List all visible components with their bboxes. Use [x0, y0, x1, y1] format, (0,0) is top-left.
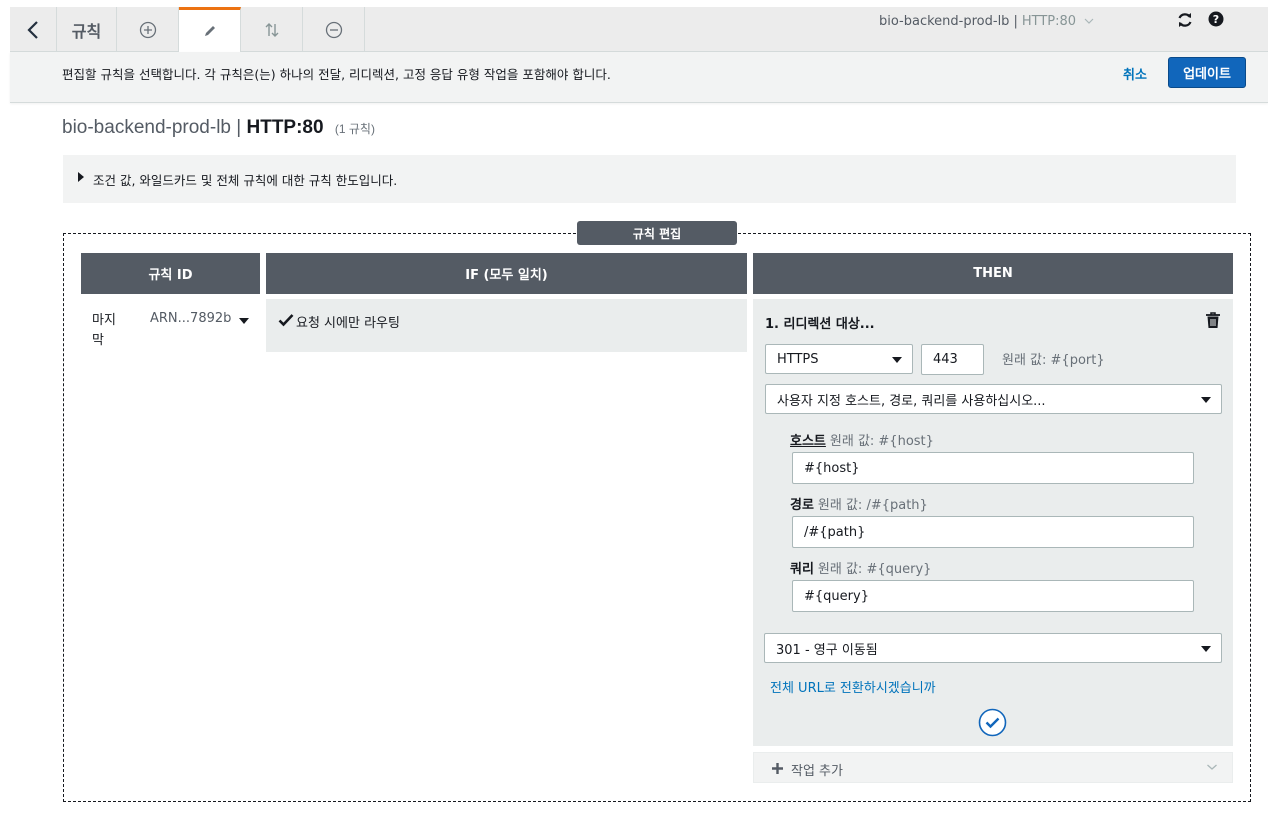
rule-limits-text: 조건 값, 와일드카드 및 전체 규칙에 대한 규칙 한도입니다.: [93, 173, 398, 188]
query-input[interactable]: #{query}: [792, 580, 1194, 612]
sort-arrows-icon: [265, 22, 278, 37]
redirect-mode-value: 사용자 지정 호스트, 경로, 쿼리를 사용하십시오...: [777, 393, 1046, 409]
status-code-value: 301 - 영구 이동됨: [776, 642, 878, 658]
listener-selector[interactable]: bio-backend-prod-lb | HTTP:80: [879, 14, 1094, 29]
help-icon: ?: [1208, 11, 1224, 27]
host-value: #{host}: [804, 460, 860, 476]
add-action-button[interactable]: 작업 추가: [753, 752, 1233, 783]
chevron-down-icon: [1207, 764, 1217, 770]
port-hint: 원래 값: #{port}: [1002, 353, 1105, 368]
status-code-select[interactable]: 301 - 영구 이동됨: [764, 633, 1222, 663]
page-title: bio-backend-prod-lb | HTTP:80 (1 규칙): [62, 117, 375, 139]
caret-down-icon: [1201, 397, 1211, 403]
query-label: 쿼리 원래 값: #{query}: [790, 558, 931, 577]
column-header-if: IF (모두 일치): [266, 253, 747, 294]
then-action-box: 1. 리디렉션 대상... HTTPS 443 원래 값: #{port} 사용…: [753, 299, 1233, 746]
path-value: /#{path}: [804, 524, 866, 540]
check-circle-icon[interactable]: [978, 708, 1007, 737]
listener-name: HTTP:80: [1021, 14, 1077, 29]
rule-arn[interactable]: ARN...7892b: [150, 311, 231, 326]
trash-icon[interactable]: [1205, 312, 1221, 329]
if-condition-text: 요청 시에만 라우팅: [296, 316, 400, 331]
rule-edit-label: 규칙 편집: [577, 221, 737, 245]
add-rule-button[interactable]: [117, 7, 179, 52]
rules-tab[interactable]: 규칙: [57, 7, 117, 52]
caret-down-icon: [1201, 646, 1211, 652]
port-input[interactable]: 443: [921, 344, 984, 375]
path-label-text: 경로: [790, 498, 814, 513]
caret-down-icon: [892, 357, 902, 363]
query-label-text: 쿼리: [790, 562, 814, 577]
listener-separator: |: [1013, 14, 1018, 29]
reorder-rules-button[interactable]: [241, 7, 303, 52]
page-title-listener: HTTP:80: [246, 117, 324, 138]
edit-info-bar: 편집할 규칙을 선택합니다. 각 규칙은(는) 하나의 전달, 리디렉션, 고정…: [10, 52, 1268, 103]
load-balancer-name: bio-backend-prod-lb: [879, 14, 1010, 29]
chevron-left-icon: [27, 20, 38, 39]
rule-count: (1 규칙): [334, 122, 375, 136]
host-input[interactable]: #{host}: [792, 452, 1194, 484]
action-title: 1. 리디렉션 대상...: [765, 317, 875, 332]
cancel-button[interactable]: 취소: [1123, 64, 1147, 83]
plus-circle-icon: [139, 21, 156, 38]
page-title-separator: |: [236, 117, 242, 138]
protocol-select[interactable]: HTTPS: [765, 344, 913, 374]
page-title-lb-name: bio-backend-prod-lb: [62, 117, 231, 138]
checkmark-icon: [278, 314, 294, 327]
chevron-down-icon: [1084, 18, 1094, 24]
caret-down-icon[interactable]: [239, 318, 249, 324]
caret-right-icon: [78, 172, 84, 182]
host-hint: 원래 값: #{host}: [829, 434, 934, 449]
host-label: 호스트 원래 값: #{host}: [790, 430, 934, 449]
query-value: #{query}: [804, 588, 869, 604]
path-hint: 원래 값: /#{path}: [817, 498, 928, 513]
query-hint: 원래 값: #{query}: [817, 562, 932, 577]
port-value: 443: [933, 352, 958, 367]
rule-position: 마지막: [92, 313, 116, 348]
back-button[interactable]: [10, 7, 57, 52]
delete-rule-button[interactable]: [303, 7, 365, 52]
refresh-button[interactable]: [1176, 11, 1196, 31]
edit-rule-button[interactable]: [179, 7, 241, 52]
edit-instructions: 편집할 규칙을 선택합니다. 각 규칙은(는) 하나의 전달, 리디렉션, 고정…: [62, 67, 611, 82]
refresh-icon: [1178, 13, 1192, 27]
minus-circle-icon: [325, 21, 342, 38]
protocol-value: HTTPS: [777, 351, 819, 367]
column-header-rule-id: 규칙 ID: [81, 253, 260, 294]
pencil-icon: [204, 26, 215, 36]
rule-limits-expander[interactable]: 조건 값, 와일드카드 및 전체 규칙에 대한 규칙 한도입니다.: [63, 155, 1236, 203]
column-header-then: THEN: [753, 253, 1233, 294]
redirect-mode-select[interactable]: 사용자 지정 호스트, 경로, 쿼리를 사용하십시오...: [765, 384, 1222, 414]
host-label-text: 호스트: [790, 434, 826, 449]
update-button[interactable]: 업데이트: [1168, 57, 1246, 88]
plus-icon: [772, 763, 783, 774]
help-button[interactable]: ?: [1208, 11, 1228, 31]
path-input[interactable]: /#{path}: [792, 516, 1194, 548]
svg-text:?: ?: [1213, 13, 1219, 26]
path-label: 경로 원래 값: /#{path}: [790, 494, 928, 513]
switch-to-full-url-link[interactable]: 전체 URL로 전환하시겠습니까: [770, 677, 936, 696]
if-condition-box[interactable]: 요청 시에만 라우팅: [266, 299, 747, 352]
add-action-label: 작업 추가: [791, 764, 843, 779]
